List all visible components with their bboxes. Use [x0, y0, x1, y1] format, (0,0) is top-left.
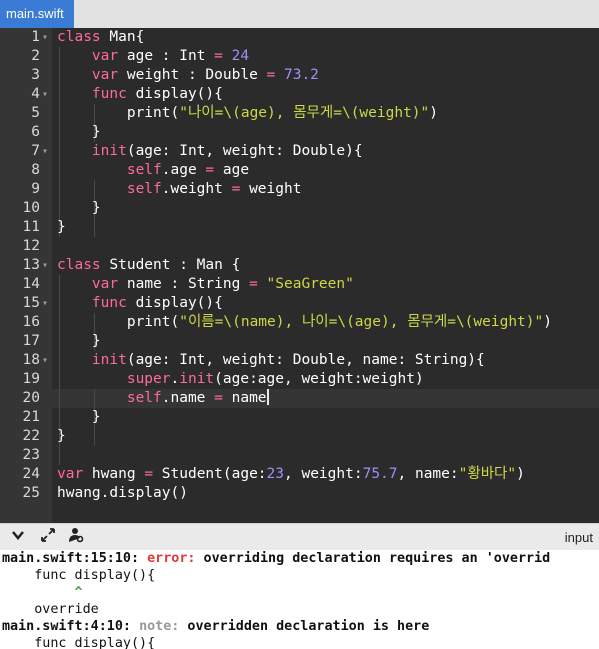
- console-line: func display(){: [2, 568, 156, 583]
- line-number: 20: [22, 390, 40, 406]
- console-line: func display(){: [2, 636, 156, 649]
- code-line: var weight : Double = 73.2: [91, 67, 319, 83]
- line-number: 15: [22, 295, 40, 311]
- console-line: override: [2, 602, 99, 617]
- console-output: main.swift:15:10: error: overriding decl…: [0, 550, 599, 649]
- console-toolbar: input: [0, 523, 599, 550]
- tab-main-swift[interactable]: main.swift: [0, 0, 74, 28]
- fold-arrow-icon[interactable]: ▾: [42, 28, 48, 47]
- code-line: var age : Int = 24: [91, 48, 250, 64]
- line-number: 7: [31, 143, 40, 159]
- fold-arrow-icon[interactable]: ▾: [42, 294, 48, 313]
- code-line: func display(){: [91, 86, 223, 102]
- line-number: 21: [22, 409, 40, 425]
- code-line: print("나이=\(age), 몸무게=\(weight)"): [126, 105, 438, 121]
- console-line: ^: [2, 585, 83, 600]
- code-line: var hwang = Student(age:23, weight:75.7,…: [57, 466, 525, 482]
- text-cursor: [266, 389, 269, 405]
- line-number: 10: [22, 200, 40, 216]
- code-line: super.init(age:age, weight:weight): [126, 371, 424, 387]
- code-line: init(age: Int, weight: Double, name: Str…: [91, 352, 485, 368]
- line-number: 13: [22, 257, 40, 273]
- console-line: main.swift:4:10: note: overridden declar…: [2, 619, 430, 634]
- code-line: var name : String = "SeaGreen": [91, 276, 354, 292]
- line-number: 24: [22, 466, 40, 482]
- code-line: class Man{: [57, 29, 145, 45]
- code-line: }: [57, 219, 66, 235]
- code-line: hwang.display(): [57, 485, 188, 501]
- line-number: 18: [22, 352, 40, 368]
- line-number: 9: [31, 181, 40, 197]
- fold-arrow-icon[interactable]: ▾: [42, 351, 48, 370]
- code-line: }: [91, 124, 101, 140]
- line-number: 5: [31, 105, 40, 121]
- code-line: init(age: Int, weight: Double){: [91, 143, 363, 159]
- line-number: 2: [31, 48, 40, 64]
- code-line: }: [57, 428, 66, 444]
- code-line: print("이름=\(name), 나이=\(age), 몸무게=\(weig…: [126, 314, 552, 330]
- code-line: }: [91, 200, 101, 216]
- code-editor[interactable]: 1 ▾ class Man{ 2 var age : Int = 24 3 var …: [0, 28, 599, 523]
- code-line: }: [91, 409, 101, 425]
- expand-icon[interactable]: [38, 527, 58, 547]
- line-number: 19: [22, 371, 40, 387]
- code-line: }: [91, 333, 101, 349]
- line-number: 14: [22, 276, 40, 292]
- line-number: 22: [22, 428, 40, 444]
- line-number: 1: [31, 29, 40, 45]
- line-number: 16: [22, 314, 40, 330]
- line-number: 3: [31, 67, 40, 83]
- code-line: self.name = name: [126, 389, 269, 406]
- tab-bar: main.swift: [0, 0, 599, 28]
- code-line: self.weight = weight: [126, 181, 302, 197]
- line-number: 4: [31, 86, 40, 102]
- line-number: 25: [22, 485, 40, 501]
- fold-arrow-icon[interactable]: ▾: [42, 142, 48, 161]
- code-line: self.age = age: [126, 162, 250, 178]
- console-line: main.swift:15:10: error: overriding decl…: [2, 551, 551, 566]
- line-number: 17: [22, 333, 40, 349]
- code-line: func display(){: [91, 295, 223, 311]
- chevron-down-icon[interactable]: [8, 527, 28, 547]
- input-label[interactable]: input: [565, 524, 593, 551]
- fold-arrow-icon[interactable]: ▾: [42, 256, 48, 275]
- line-number: 23: [22, 447, 40, 463]
- line-number: 8: [31, 162, 40, 178]
- line-number: 6: [31, 124, 40, 140]
- line-number: 12: [22, 238, 40, 254]
- line-number: 11: [22, 219, 40, 235]
- user-settings-icon[interactable]: [66, 527, 86, 547]
- code-line: class Student : Man {: [57, 257, 241, 273]
- fold-arrow-icon[interactable]: ▾: [42, 85, 48, 104]
